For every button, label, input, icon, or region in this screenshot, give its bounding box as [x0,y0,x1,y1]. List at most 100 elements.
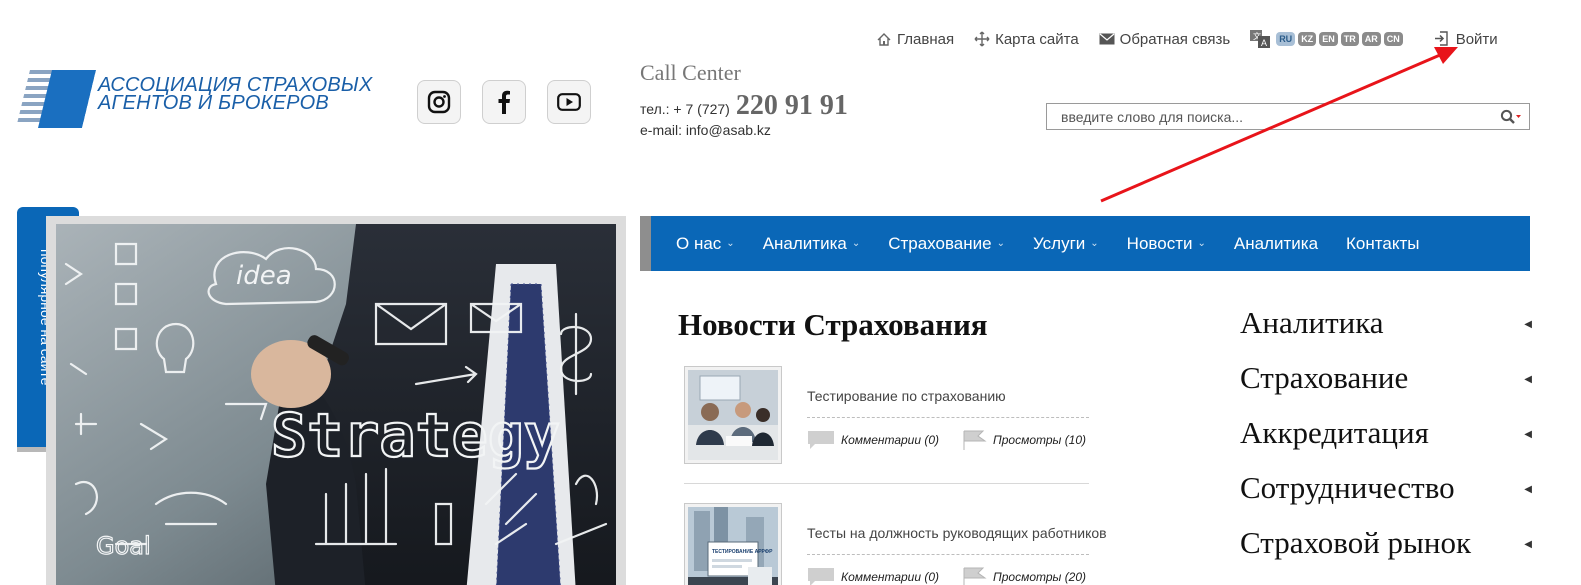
nav-item-label: Новости [1126,233,1193,253]
news-section-title: Новости Страхования [678,307,988,342]
flag-icon [963,430,987,450]
sign-in-icon [1434,31,1450,47]
search-input[interactable] [1047,104,1493,129]
logo-text: АССОЦИАЦИЯ СТРАХОВЫХ АГЕНТОВ И БРОКЕРОВ [98,75,372,114]
news-separator [807,417,1089,418]
envelope-icon [1099,31,1115,47]
news-meta: Комментарии (0) Просмотры (10) [807,430,1089,450]
search-box [1046,103,1530,130]
hero-goal-text: Goal [96,532,151,560]
news-views: Просмотры (20) [963,567,1086,585]
side-item-label: Аналитика [1240,305,1384,340]
instagram-icon [427,90,451,114]
side-menu: Аналитика ◀ Страхование ◀ Аккредитация ◀ Со… [1240,305,1532,580]
lang-ru[interactable]: RU [1276,32,1296,46]
lang-kz[interactable]: KZ [1298,32,1317,46]
call-center: Call Center тел.: + 7 (727) 220 91 91 e-… [640,60,848,138]
phone-prefix: тел.: + 7 (727) [640,101,730,117]
news-separator [807,554,1089,555]
feedback-link[interactable]: Обратная связь [1099,30,1231,48]
news-comments-count: Комментарии (0) [841,433,940,447]
logo-mark [16,70,96,128]
nav-item-analytics[interactable]: Аналитика ⌄ [763,234,861,254]
side-item-label: Страхование [1240,360,1409,395]
nav-item-services[interactable]: Услуги ⌄ [1033,234,1099,254]
caret-left-icon: ◀ [1524,429,1532,440]
comment-icon [808,431,834,449]
news-thumbnail[interactable]: ТЕСТИРОВАНИЕ АРРФР [684,503,782,585]
lang-cn[interactable]: CN [1383,32,1403,46]
login-link-label: Войти [1455,30,1498,48]
hero-idea-text: idea [236,261,292,291]
comment-icon [808,568,834,585]
search-icon [1500,109,1521,124]
phone-number: 220 91 91 [735,90,848,121]
caret-left-icon: ◀ [1524,539,1532,550]
chevron-down-icon: ⌄ [996,238,1005,249]
lang-en[interactable]: EN [1319,32,1338,46]
login-link[interactable]: Войти [1434,31,1498,48]
nav-item-news[interactable]: Новости ⌄ [1127,234,1206,254]
nav-item-label: Услуги [1033,233,1086,253]
side-item-accreditation[interactable]: Аккредитация ◀ [1240,415,1532,470]
youtube-button[interactable] [547,80,591,124]
news-views: Просмотры (10) [963,430,1086,450]
nav-item-analytics-2[interactable]: Аналитика [1234,234,1318,254]
home-link-label: Главная [897,30,955,48]
nav-item-label: Контакты [1346,233,1420,253]
call-center-title: Call Center [640,60,741,85]
news-views-count: Просмотры (20) [993,570,1087,584]
side-item-label: Сотрудничество [1240,470,1455,505]
news-thumbnail[interactable] [684,366,782,464]
call-center-email[interactable]: e-mail: info@asab.kz [640,122,848,138]
chevron-down-icon: ⌄ [851,238,861,249]
side-item-insurance[interactable]: Страхование ◀ [1240,360,1532,415]
news-comments-count: Комментарии (0) [841,570,940,584]
instagram-button[interactable] [417,80,461,124]
news-divider [684,483,1089,484]
side-item-label: Страховой рынок [1240,525,1472,560]
hero-image[interactable]: idea Strategy Goal [56,224,616,585]
news-item-title[interactable]: Тесты на должность руководящих работнико… [807,525,1107,541]
search-button[interactable] [1493,104,1529,129]
call-center-phone[interactable]: тел.: + 7 (727) 220 91 91 [640,90,848,122]
flag-icon [963,567,987,585]
hero-strategy-text: Strategy [271,401,560,471]
nav-item-label: Аналитика [1233,233,1319,253]
side-item-label: Аккредитация [1240,415,1429,450]
nav-item-label: О нас [676,233,722,253]
nav-item-contacts[interactable]: Контакты [1346,234,1419,254]
news-comments[interactable]: Комментарии (0) [807,430,939,450]
chevron-down-icon: ⌄ [726,238,735,249]
translate-icon: 文A [1250,30,1271,48]
side-item-analytics[interactable]: Аналитика ◀ [1240,305,1532,360]
side-item-insurance-market[interactable]: Страховой рынок ◀ [1240,525,1532,580]
nav-item-insurance[interactable]: Страхование ⌄ [888,234,1005,254]
nav-item-about[interactable]: О нас ⌄ [676,234,735,254]
move-arrows-icon [974,31,990,47]
facebook-button[interactable] [482,80,526,124]
nav-item-label: Аналитика [762,233,847,253]
facebook-icon [498,90,510,114]
logo-line-2: АГЕНТОВ И БРОКЕРОВ [98,92,329,114]
top-links-bar: Главная Карта сайта Обратная связь 文A RU… [876,28,1498,50]
home-link[interactable]: Главная [876,31,954,48]
main-nav: О нас ⌄ Аналитика ⌄ Страхование ⌄ Услуги ⌄ Н… [640,216,1530,271]
nav-item-label: Страхование [888,233,992,253]
news-item-title[interactable]: Тестирование по страхованию [807,388,1006,404]
lang-tr[interactable]: TR [1340,32,1359,46]
sitemap-link[interactable]: Карта сайта [974,31,1079,48]
hero-image-frame: idea Strategy Goal [46,216,626,585]
lang-ar[interactable]: AR [1361,32,1381,46]
news-meta: Комментарии (0) Просмотры (20) [807,567,1089,585]
youtube-icon [557,93,581,111]
news-comments[interactable]: Комментарии (0) [807,567,939,585]
feedback-link-label: Обратная связь [1119,30,1231,48]
side-item-cooperation[interactable]: Сотрудничество ◀ [1240,470,1532,525]
news-views-count: Просмотры (10) [993,433,1087,447]
home-icon [876,31,892,47]
svg-text:A: A [1261,38,1267,48]
sitemap-link-label: Карта сайта [995,30,1079,48]
chevron-down-icon: ⌄ [1090,238,1099,249]
site-logo[interactable]: АССОЦИАЦИЯ СТРАХОВЫХ АГЕНТОВ И БРОКЕРОВ [16,70,372,128]
